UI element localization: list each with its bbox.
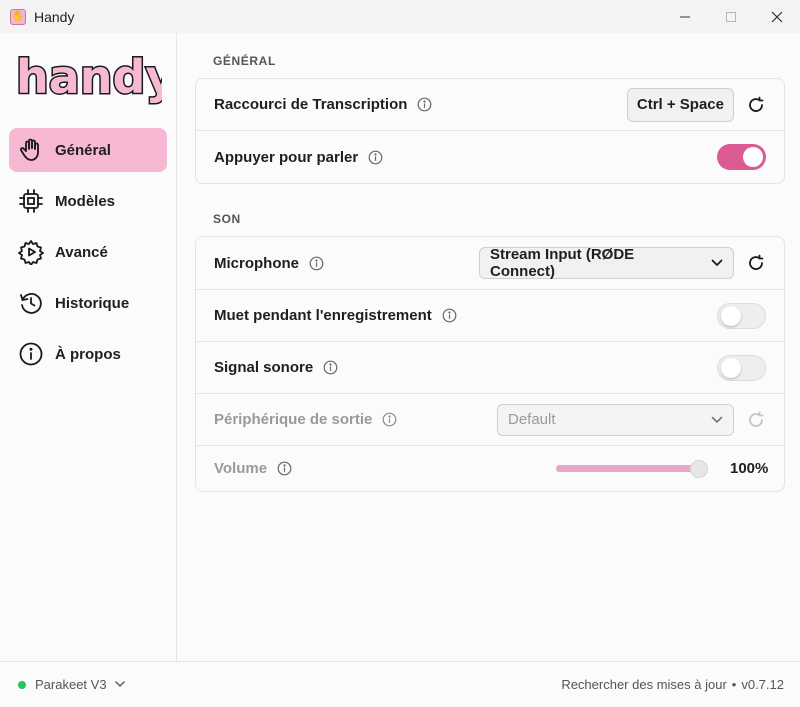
output-device-label: Périphérique de sortie xyxy=(214,411,373,428)
window-title: Handy xyxy=(34,8,75,25)
window-controls xyxy=(662,0,800,33)
slider-thumb[interactable] xyxy=(690,459,708,478)
version-label: v0.7.12 xyxy=(741,677,784,692)
close-button[interactable] xyxy=(754,0,800,33)
toggle-knob xyxy=(743,147,763,167)
sidebar-item-label: Général xyxy=(55,141,111,159)
reset-icon[interactable] xyxy=(746,410,766,430)
handy-app-icon: ✋ xyxy=(10,8,26,25)
sidebar-item-label: Modèles xyxy=(55,192,116,210)
output-device-row: Périphérique de sortie Default xyxy=(196,394,784,446)
microphone-select[interactable]: Stream Input (RØDE Connect) xyxy=(479,246,734,280)
push-to-talk-label: Appuyer pour parler xyxy=(214,148,359,166)
check-updates-link[interactable]: Rechercher des mises à jour xyxy=(561,677,726,692)
output-device-select[interactable]: Default xyxy=(497,403,734,436)
info-icon[interactable] xyxy=(417,97,432,112)
info-circle-icon xyxy=(18,341,44,367)
sidebar-item-advanced[interactable]: Avancé xyxy=(9,230,167,274)
volume-row: Volume 100% xyxy=(196,446,784,491)
output-device-value: Default xyxy=(508,411,556,428)
history-icon xyxy=(18,290,44,316)
chevron-down-icon xyxy=(114,679,125,691)
sidebar-item-models[interactable]: Modèles xyxy=(9,179,167,223)
beep-row: Signal sonore xyxy=(196,342,784,394)
sidebar-item-label: À propos xyxy=(55,345,121,363)
microphone-value: Stream Input (RØDE Connect) xyxy=(490,246,635,280)
sidebar-item-about[interactable]: À propos xyxy=(9,332,167,376)
minimize-button[interactable] xyxy=(662,0,708,33)
handy-logo: handy xyxy=(15,49,163,106)
general-card: Raccourci de Transcription Ctrl + Space … xyxy=(195,78,785,184)
shortcut-row: Raccourci de Transcription Ctrl + Space xyxy=(196,79,784,131)
sound-card: Microphone Stream Input (RØDE Connect) M… xyxy=(195,236,785,492)
gear-play-icon xyxy=(18,239,44,265)
close-icon xyxy=(771,11,783,22)
info-icon[interactable] xyxy=(309,256,324,271)
info-icon[interactable] xyxy=(323,360,338,375)
section-title-general: GÉNÉRAL xyxy=(213,54,276,68)
mute-toggle[interactable] xyxy=(717,302,766,329)
volume-slider[interactable] xyxy=(556,458,708,480)
maximize-button[interactable] xyxy=(708,0,754,33)
minimize-icon xyxy=(680,16,690,17)
volume-value: 100% xyxy=(730,460,769,477)
sidebar: handy Général Modèles Avancé Historique … xyxy=(0,33,177,661)
info-icon[interactable] xyxy=(277,461,292,476)
info-icon[interactable] xyxy=(368,150,383,165)
push-to-talk-toggle[interactable] xyxy=(717,144,766,170)
info-icon[interactable] xyxy=(382,412,397,427)
hand-icon xyxy=(18,137,44,163)
reset-icon[interactable] xyxy=(746,253,766,273)
slider-fill xyxy=(556,464,708,472)
svg-text:handy: handy xyxy=(16,50,162,104)
maximize-icon xyxy=(726,11,736,22)
push-to-talk-row: Appuyer pour parler xyxy=(196,131,784,183)
title-bar: ✋ Handy xyxy=(0,0,800,33)
reset-icon[interactable] xyxy=(746,95,766,115)
toggle-knob xyxy=(721,357,741,378)
status-dot xyxy=(18,680,26,689)
mute-label: Muet pendant l'enregistrement xyxy=(214,307,432,324)
section-title-sound: SON xyxy=(213,212,241,226)
beep-toggle[interactable] xyxy=(717,354,766,381)
volume-label: Volume xyxy=(214,460,268,477)
toggle-knob xyxy=(721,305,741,326)
sidebar-item-history[interactable]: Historique xyxy=(9,281,167,325)
chevron-down-icon xyxy=(711,416,723,424)
status-bar: Parakeet V3 Rechercher des mises à jour … xyxy=(0,661,800,707)
chip-icon xyxy=(18,188,44,214)
separator: • xyxy=(731,677,737,692)
beep-label: Signal sonore xyxy=(214,359,314,376)
shortcut-button[interactable]: Ctrl + Space xyxy=(626,87,734,122)
model-name: Parakeet V3 xyxy=(35,677,107,692)
sidebar-item-general[interactable]: Général xyxy=(9,128,167,172)
model-selector[interactable]: Parakeet V3 xyxy=(35,677,125,692)
sidebar-item-label: Avancé xyxy=(55,243,108,261)
microphone-row: Microphone Stream Input (RØDE Connect) xyxy=(196,237,784,290)
settings-panel: GÉNÉRAL Raccourci de Transcription Ctrl … xyxy=(177,33,800,661)
chevron-down-icon xyxy=(711,259,723,267)
mute-row: Muet pendant l'enregistrement xyxy=(196,290,784,342)
shortcut-label: Raccourci de Transcription xyxy=(214,96,408,113)
microphone-label: Microphone xyxy=(214,254,299,272)
info-icon[interactable] xyxy=(442,308,457,323)
sidebar-item-label: Historique xyxy=(55,294,130,312)
footer-right: Rechercher des mises à jour • v0.7.12 xyxy=(561,677,784,692)
